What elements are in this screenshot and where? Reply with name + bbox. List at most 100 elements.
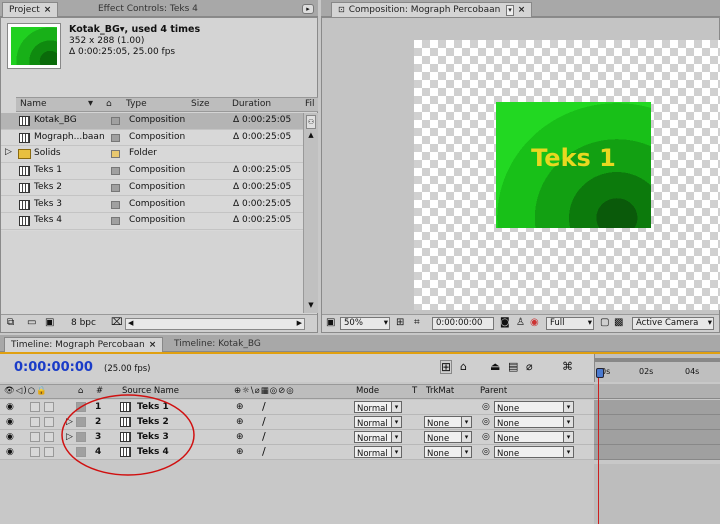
col-duration[interactable]: Duration — [232, 99, 271, 109]
draft-3d-icon[interactable]: ⏏ — [490, 360, 500, 373]
parent-pickwhip-icon[interactable]: ◎ — [482, 417, 490, 427]
scroll-right-icon[interactable]: ▶ — [297, 319, 302, 327]
snapshot-icon[interactable]: ◙ — [500, 317, 510, 328]
time-ruler[interactable]: 0s 02s 04s — [594, 354, 720, 382]
audio-toggle[interactable] — [30, 447, 40, 457]
parent-select[interactable]: None ▾ — [494, 446, 574, 459]
parent-pickwhip-icon[interactable]: ◎ — [482, 447, 490, 457]
list-item[interactable]: Mograph...baan Composition Δ 0:00:25:05 — [1, 130, 303, 147]
project-scrollbar[interactable]: ⚇ ▲ ▼ — [303, 113, 318, 313]
live-update-icon[interactable]: ⌂ — [460, 360, 467, 373]
horizontal-scrollbar[interactable]: ◀ ▶ — [125, 318, 305, 330]
eye-icon[interactable]: ◉ — [6, 447, 14, 457]
eye-icon[interactable]: ◉ — [6, 432, 14, 442]
layer-bar[interactable] — [594, 430, 720, 445]
chevron-down-icon[interactable]: ▾ — [506, 5, 514, 16]
label-color-swatch[interactable] — [111, 217, 120, 226]
trkmat-select[interactable]: None ▾ — [424, 431, 472, 444]
new-folder-icon[interactable]: ▭ — [27, 317, 36, 328]
label-color-swatch[interactable] — [111, 150, 120, 159]
trkmat-select[interactable]: None ▾ — [424, 446, 472, 459]
work-area-bar[interactable] — [595, 358, 720, 362]
list-item[interactable]: Teks 2 Composition Δ 0:00:25:05 — [1, 180, 303, 197]
transparency-grid-icon[interactable]: ▩ — [614, 317, 623, 328]
label-color-swatch[interactable] — [111, 117, 120, 125]
label-tag-icon[interactable]: ⌂ — [106, 99, 112, 109]
region-of-interest-icon[interactable]: ▢ — [600, 317, 609, 328]
parent-select[interactable]: None ▾ — [494, 401, 574, 414]
layer-bar[interactable] — [594, 415, 720, 430]
parent-pickwhip-icon[interactable]: ◎ — [482, 432, 490, 442]
zoom-select[interactable]: 50% ▾ — [340, 317, 390, 330]
resolution-select[interactable]: Full ▾ — [546, 317, 594, 330]
tab-effect-controls[interactable]: Effect Controls: Teks 4 — [92, 2, 204, 17]
tab-project[interactable]: Project × — [2, 2, 59, 17]
eye-icon[interactable]: ◉ — [6, 417, 14, 427]
label-color-swatch[interactable] — [111, 133, 120, 142]
color-channel-icon[interactable]: ◉ — [530, 317, 539, 328]
layer-bar[interactable] — [594, 445, 720, 460]
audio-toggle[interactable] — [30, 417, 40, 427]
solo-toggle[interactable] — [44, 432, 54, 442]
tab-composition[interactable]: ⊡ Composition: Mograph Percobaan ▾ × — [331, 2, 533, 17]
eye-icon[interactable]: ◉ — [6, 402, 14, 412]
parent-select[interactable]: None ▾ — [494, 431, 574, 444]
comp-mini-flowchart-icon[interactable]: ⊞ — [440, 360, 453, 374]
tab-timeline-mograph[interactable]: Timeline: Mograph Percobaan × — [4, 337, 164, 352]
mode-select[interactable]: Normal ▾ — [354, 446, 402, 459]
mode-select[interactable]: Normal ▾ — [354, 416, 402, 429]
solo-toggle[interactable] — [44, 402, 54, 412]
show-channel-icon[interactable]: ♙ — [516, 317, 525, 328]
col-name[interactable]: Name — [20, 99, 47, 109]
mode-select[interactable]: Normal ▾ — [354, 431, 402, 444]
close-icon[interactable]: × — [44, 5, 52, 15]
frame-blending-icon[interactable]: ⌀ — [526, 360, 533, 373]
scroll-up-icon[interactable]: ▲ — [306, 131, 316, 141]
col-trkmat[interactable]: TrkMat — [426, 386, 454, 396]
quality-icon[interactable]: / — [262, 445, 266, 458]
parent-pickwhip-icon[interactable]: ◎ — [482, 402, 490, 412]
quality-icon[interactable]: / — [262, 430, 266, 443]
list-item[interactable]: Teks 4 Composition Δ 0:00:25:05 — [1, 213, 303, 230]
mode-select[interactable]: Normal ▾ — [354, 401, 402, 414]
current-timecode[interactable]: 0:00:00:00 — [14, 360, 93, 375]
label-color-swatch[interactable] — [111, 200, 120, 209]
safe-margins-icon[interactable]: ⊞ — [396, 317, 404, 328]
col-type[interactable]: Type — [126, 99, 147, 109]
hide-shy-icon[interactable]: ▤ — [508, 360, 518, 373]
always-preview-icon[interactable]: ▣ — [326, 317, 335, 328]
audio-toggle[interactable] — [30, 402, 40, 412]
collapse-transform-icon[interactable]: ⊕ — [236, 402, 244, 412]
col-file[interactable]: Fil — [305, 99, 315, 109]
col-parent[interactable]: Parent — [480, 386, 507, 396]
track-empty-area[interactable] — [594, 464, 720, 524]
panel-menu-icon[interactable]: ▸ — [302, 4, 314, 14]
bpc-label[interactable]: 8 bpc — [71, 318, 96, 328]
camera-select[interactable]: Active Camera ▾ — [632, 317, 714, 330]
audio-toggle[interactable] — [30, 432, 40, 442]
motion-blur-icon[interactable]: ⌘ — [562, 360, 573, 373]
layer-bar[interactable] — [594, 400, 720, 415]
scroll-left-icon[interactable]: ◀ — [128, 319, 133, 327]
close-icon[interactable]: × — [518, 5, 526, 15]
tab-timeline-kotak[interactable]: Timeline: Kotak_BG — [168, 337, 267, 352]
label-color-swatch[interactable] — [111, 167, 120, 176]
quality-icon[interactable]: / — [262, 415, 266, 428]
chevron-down-icon[interactable]: ▾ — [88, 98, 93, 109]
solo-toggle[interactable] — [44, 417, 54, 427]
solo-toggle[interactable] — [44, 447, 54, 457]
collapse-transform-icon[interactable]: ⊕ — [236, 432, 244, 442]
list-item[interactable]: Teks 1 Composition Δ 0:00:25:05 — [1, 163, 303, 180]
quality-icon[interactable]: / — [262, 400, 266, 413]
timecode-field[interactable]: 0:00:00:00 — [432, 317, 494, 330]
list-item[interactable]: Kotak_BG Composition Δ 0:00:25:05 — [1, 113, 303, 130]
interpret-footage-icon[interactable]: ⧉ — [7, 317, 14, 328]
parent-select[interactable]: None ▾ — [494, 416, 574, 429]
label-color-swatch[interactable] — [111, 183, 120, 192]
playhead-handle[interactable] — [596, 368, 604, 378]
list-item[interactable]: Teks 3 Composition Δ 0:00:25:05 — [1, 197, 303, 214]
network-icon[interactable]: ⚇ — [306, 115, 316, 129]
trash-icon[interactable]: ⌧ — [111, 317, 123, 328]
close-icon[interactable]: × — [149, 340, 157, 350]
col-size[interactable]: Size — [191, 99, 209, 109]
